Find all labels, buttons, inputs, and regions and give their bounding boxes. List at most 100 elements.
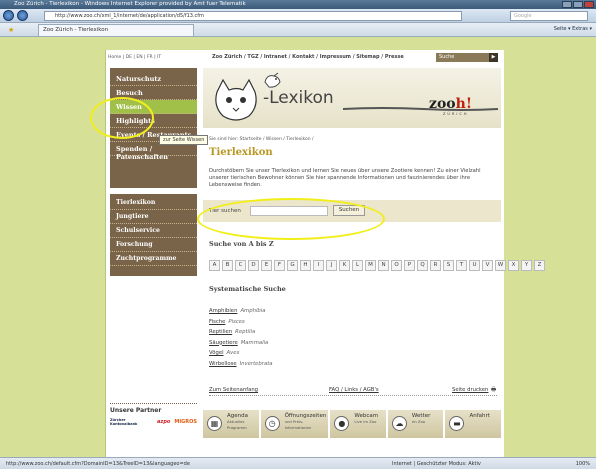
zoo-logo[interactable]: zooh! <box>429 96 472 112</box>
letter-link[interactable]: H <box>300 260 311 271</box>
az-heading: Suche von A bis Z <box>209 240 274 248</box>
close-button[interactable] <box>584 1 594 8</box>
tab-icon: ☁ <box>391 416 407 431</box>
class-latin: Reptilia <box>235 329 256 335</box>
tab-subtitle: und Preis-Informationen <box>284 419 312 430</box>
print-page-link[interactable]: Seite drucken <box>452 387 488 393</box>
tab-subtitle: Live im Zoo <box>354 419 377 424</box>
snake-illustration <box>343 107 499 111</box>
class-row: Fische Pisces <box>209 317 273 328</box>
letter-link[interactable]: A <box>209 260 220 271</box>
url-field[interactable]: http://www.zoo.ch/xml_1/internet/de/appl… <box>44 11 462 21</box>
letter-link[interactable]: L <box>352 260 363 271</box>
sub-menu: Tierlexikon Jungtiere Schulservice Forsc… <box>110 194 197 276</box>
letter-link[interactable]: Z <box>534 260 545 271</box>
meta-links[interactable]: Zoo Zürich / TGZ / Intranet / Kontakt / … <box>212 54 404 60</box>
content-tab[interactable]: ● Webcam Live im Zoo <box>330 410 386 438</box>
class-link[interactable]: Wirbellose <box>209 361 237 367</box>
page-viewport: Home | DE | EN | FR | IT Zoo Zürich / TG… <box>0 37 596 462</box>
page-title: Tierlexikon <box>209 147 273 158</box>
tab-icon: ◷ <box>264 416 280 431</box>
submenu-forschung[interactable]: Forschung <box>110 238 197 252</box>
letter-link[interactable]: Y <box>521 260 532 271</box>
highlight-ellipse-search <box>197 198 385 240</box>
class-row: Vögel Aves <box>209 348 273 359</box>
letter-link[interactable]: S <box>443 260 454 271</box>
content-tab[interactable]: ◷ Öffnungszeiten und Preis-Informationen <box>260 410 329 438</box>
window-title: Zoo Zürich - Tierlexikon - Windows Inter… <box>14 1 246 7</box>
submenu-zuchtprogramme[interactable]: Zuchtprogramme <box>110 252 197 266</box>
status-bar: http://www.zoo.ch/default.cfm?DomainID=1… <box>0 457 596 469</box>
content-tab[interactable]: ▬ Anfahrt <box>445 410 502 438</box>
partners-section: Unsere Partner Zürcher Kantonalbank azpo… <box>110 403 197 431</box>
back-to-top-link[interactable]: Zum Seitenanfang <box>209 387 258 393</box>
systematic-heading: Systematische Suche <box>209 285 286 293</box>
letter-link[interactable]: N <box>378 260 389 271</box>
letter-link[interactable]: B <box>222 260 233 271</box>
letter-link[interactable]: M <box>365 260 376 271</box>
letter-link[interactable]: D <box>248 260 259 271</box>
class-list: Amphibien Amphibia Fische Pisces Reptilien Re… <box>209 306 273 369</box>
class-link[interactable]: Amphibien <box>209 308 237 314</box>
letter-link[interactable]: V <box>482 260 493 271</box>
letter-link[interactable]: C <box>235 260 246 271</box>
page-footer: Zum Seitenanfang FAQ / Links / AGB's Sei… <box>209 387 497 396</box>
submenu-tierlexikon[interactable]: Tierlexikon <box>110 196 197 210</box>
alphabet-index: ABCDEFGHIJKLMNOPQRSTUVWXYZ <box>209 260 545 271</box>
content-tab[interactable]: ▦ Agenda Aktuelles Programm <box>203 410 259 438</box>
letter-link[interactable]: I <box>313 260 324 271</box>
letter-link[interactable]: E <box>261 260 272 271</box>
letter-link[interactable]: W <box>495 260 506 271</box>
class-latin: Invertebrata <box>239 360 273 367</box>
content-tab[interactable]: ☁ Wetter im Zoo <box>387 410 444 438</box>
language-links[interactable]: Home | DE | EN | FR | IT <box>108 55 161 60</box>
toolbar-menus[interactable]: Seite ▾ Extras ▾ <box>554 26 592 32</box>
letter-link[interactable]: K <box>339 260 350 271</box>
favorites-star-icon[interactable]: ★ <box>8 26 14 34</box>
menu-naturschutz[interactable]: Naturschutz <box>110 72 197 86</box>
browser-tab[interactable]: Zoo Zürich - Tierlexikon <box>38 24 194 36</box>
class-link[interactable]: Säugetiere <box>209 340 238 346</box>
partner-logo-migros[interactable]: MIGROS <box>174 419 197 425</box>
site-search-field[interactable]: Suche ▶ <box>436 53 498 62</box>
letter-link[interactable]: U <box>469 260 480 271</box>
highlight-ellipse-wissen <box>90 97 154 139</box>
top-navigation: Home | DE | EN | FR | IT Zoo Zürich / TG… <box>106 53 505 64</box>
faq-links[interactable]: FAQ / Links / AGB's <box>329 387 379 393</box>
tab-icon: ▬ <box>449 416 465 431</box>
letter-link[interactable]: G <box>287 260 298 271</box>
zoom-level[interactable]: 100% <box>576 461 590 467</box>
letter-link[interactable]: P <box>404 260 415 271</box>
letter-link[interactable]: T <box>456 260 467 271</box>
letter-link[interactable]: J <box>326 260 337 271</box>
class-link[interactable]: Vögel <box>209 350 224 356</box>
class-latin: Pisces <box>228 318 245 325</box>
tab-subtitle: Aktuelles Programm <box>227 419 247 430</box>
letter-link[interactable]: F <box>274 260 285 271</box>
partner-logos: Zürcher Kantonalbank azpo MIGROS <box>110 418 197 426</box>
partner-logo-azpo[interactable]: azpo <box>157 419 170 425</box>
partner-logo-zkb[interactable]: Zürcher Kantonalbank <box>110 418 153 426</box>
search-go-icon[interactable]: ▶ <box>489 53 498 62</box>
letter-link[interactable]: Q <box>417 260 428 271</box>
back-button[interactable] <box>3 10 14 21</box>
cat-illustration <box>215 78 257 121</box>
submenu-jungtiere[interactable]: Jungtiere <box>110 210 197 224</box>
letter-link[interactable]: R <box>430 260 441 271</box>
class-link[interactable]: Fische <box>209 319 225 325</box>
submenu-schulservice[interactable]: Schulservice <box>110 224 197 238</box>
letter-link[interactable]: X <box>508 260 519 271</box>
partners-heading: Unsere Partner <box>110 407 162 414</box>
lexikon-wordmark: -Lexikon <box>263 88 334 108</box>
zoo-logo-zoo: zoo <box>429 96 456 112</box>
forward-button[interactable] <box>17 10 28 21</box>
printer-icon[interactable]: 🖶 <box>491 386 496 395</box>
lexikon-banner: -Lexikon zooh! ZÜRICH <box>203 68 501 128</box>
minimize-button[interactable] <box>562 1 572 8</box>
maximize-button[interactable] <box>573 1 583 8</box>
letter-link[interactable]: O <box>391 260 402 271</box>
zoo-logo-sub: ZÜRICH <box>443 112 469 116</box>
search-engine-field[interactable]: Google <box>510 11 588 21</box>
breadcrumb[interactable]: Sie sind hier: Startseite / Wissen / Tie… <box>209 137 314 142</box>
class-link[interactable]: Reptilien <box>209 329 232 335</box>
